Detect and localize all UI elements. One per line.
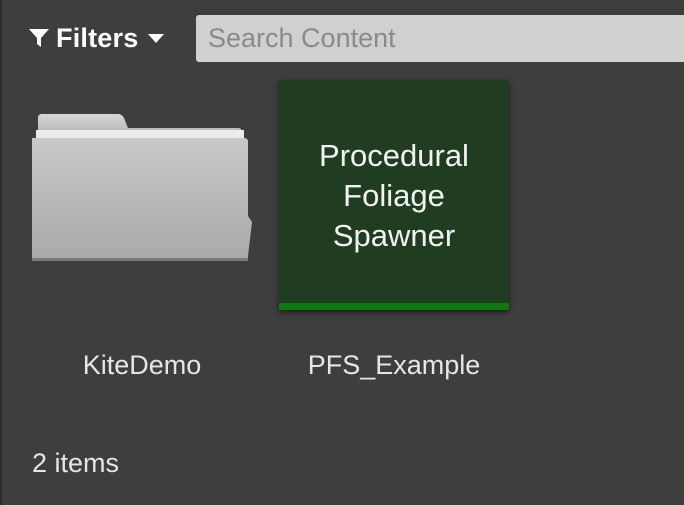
content-browser-panel: Filters Search Content KiteDemo Procedur… xyxy=(0,0,684,505)
asset-thumbnail: Procedural Foliage Spawner xyxy=(276,78,512,314)
folder-thumbnail xyxy=(24,78,260,314)
item-count-status: 2 items xyxy=(32,448,120,478)
asset-tile-pfs-example[interactable]: Procedural Foliage Spawner PFS_Example xyxy=(276,78,512,380)
filters-label: Filters xyxy=(56,22,139,53)
asset-thumbnail-text: Procedural Foliage Spawner xyxy=(319,138,469,253)
folder-icon xyxy=(32,114,252,261)
asset-label: PFS_Example xyxy=(307,350,481,380)
caret-down-icon xyxy=(148,34,165,43)
asset-type-color-bar xyxy=(279,303,509,310)
asset-thumbnail-box: Procedural Foliage Spawner xyxy=(279,80,509,310)
search-input[interactable] xyxy=(196,15,684,62)
folder-tile-kitedemo[interactable]: KiteDemo xyxy=(24,78,260,380)
filters-button[interactable]: Filters xyxy=(28,18,166,58)
folder-label: KiteDemo xyxy=(82,350,202,380)
funnel-icon xyxy=(29,29,49,47)
